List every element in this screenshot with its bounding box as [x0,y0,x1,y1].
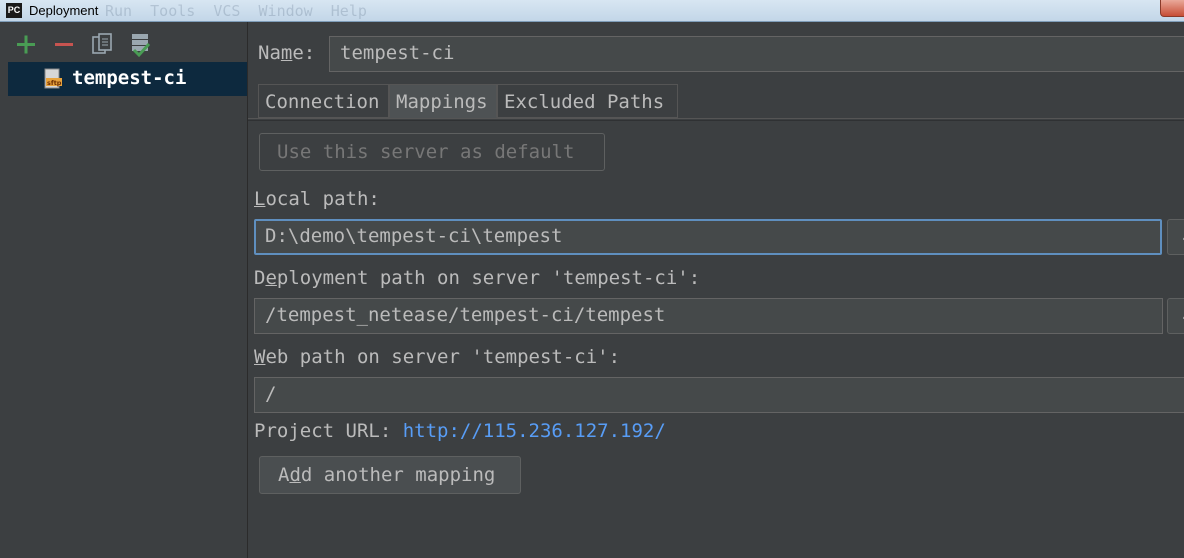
title-bar: PC Deployment Run Tools VCS Window Help [0,0,1184,22]
use-as-default-icon[interactable] [128,32,154,58]
svg-text:sftp: sftp [47,79,62,87]
window-title: Deployment [29,3,99,18]
local-path-label: Local path: [254,188,380,210]
project-url-row: Project URL: http://115.236.127.192/ [254,420,666,442]
close-button[interactable] [1160,0,1184,17]
deployment-path-input[interactable]: /tempest_netease/tempest-ci/tempest [254,298,1163,334]
tab-divider-shadow [248,120,1184,121]
server-list-panel: sftp tempest-ci [0,22,248,558]
tree-item-label: tempest-ci [72,67,187,89]
add-icon[interactable] [14,32,40,58]
local-path-browse-button[interactable]: ... [1167,219,1184,255]
use-as-default-button[interactable]: Use this server as default [259,133,605,171]
tab-divider [248,118,1184,119]
tree-item-tempest-ci[interactable]: sftp tempest-ci [8,62,247,96]
deployment-path-label: Deployment path on server 'tempest-ci': [254,267,701,289]
project-url-link[interactable]: http://115.236.127.192/ [403,420,666,442]
web-path-input[interactable]: / [254,377,1184,413]
sftp-server-icon: sftp [44,68,64,90]
app-icon: PC [6,3,22,18]
tab-excluded-paths[interactable]: Excluded Paths [497,84,678,118]
tab-mappings[interactable]: Mappings [389,84,497,118]
background-menu-ghost: Run Tools VCS Window Help [105,2,367,20]
web-path-label: Web path on server 'tempest-ci': [254,346,621,368]
local-path-input[interactable]: D:\demo\tempest-ci\tempest [254,219,1162,255]
server-settings-panel: Name: tempest-ci Connection Mappings Exc… [248,22,1184,558]
project-url-label: Project URL: [254,420,403,442]
add-another-mapping-button[interactable]: Add another mapping [259,456,521,494]
deployment-path-browse-button[interactable]: ... [1167,298,1184,334]
remove-icon[interactable] [52,32,78,58]
name-label: Name: [258,42,316,64]
name-input[interactable]: tempest-ci [329,36,1184,72]
copy-icon[interactable] [90,32,116,58]
tab-connection[interactable]: Connection [258,84,389,118]
